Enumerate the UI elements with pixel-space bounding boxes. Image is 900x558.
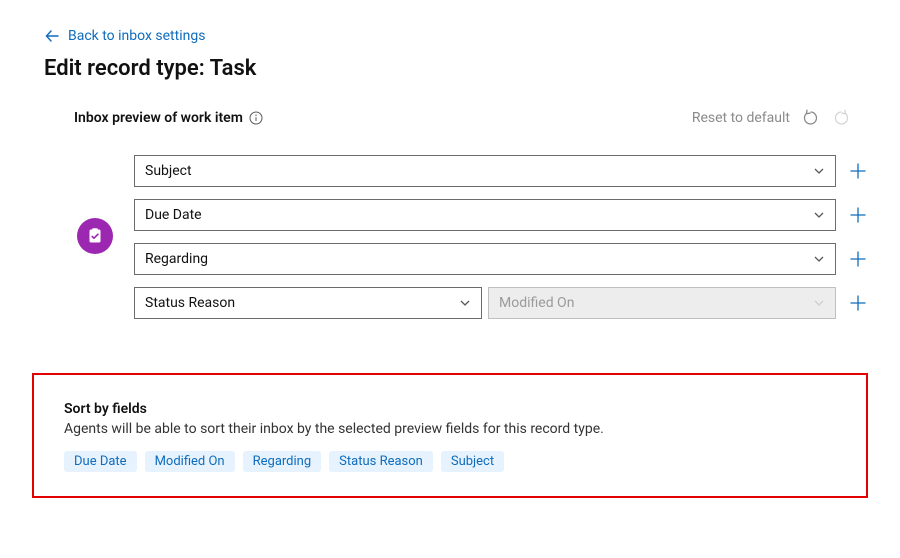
add-field-button-row-1[interactable] xyxy=(848,161,868,181)
field-select-value: Due Date xyxy=(145,207,202,223)
field-select-value: Status Reason xyxy=(145,295,235,311)
info-icon[interactable] xyxy=(249,111,263,125)
field-select-row-1[interactable]: Subject xyxy=(134,155,836,187)
add-field-button-row-3[interactable] xyxy=(848,249,868,269)
sort-chip[interactable]: Modified On xyxy=(145,451,235,472)
field-select-row-4-right: Modified On xyxy=(488,287,836,319)
field-select-value: Regarding xyxy=(145,251,208,267)
sort-by-fields-panel: Sort by fields Agents will be able to so… xyxy=(32,373,868,498)
field-select-row-4-left[interactable]: Status Reason xyxy=(134,287,482,319)
chevron-down-icon xyxy=(811,163,827,179)
chevron-down-icon xyxy=(811,251,827,267)
redo-icon xyxy=(832,109,850,127)
sort-by-fields-description: Agents will be able to sort their inbox … xyxy=(64,421,844,437)
back-to-inbox-settings-link[interactable]: Back to inbox settings xyxy=(44,28,205,44)
field-select-value: Modified On xyxy=(499,295,574,311)
page-title: Edit record type: Task xyxy=(44,56,868,81)
sort-chip[interactable]: Subject xyxy=(441,451,504,472)
reset-to-default-link[interactable]: Reset to default xyxy=(692,110,790,126)
back-link-label: Back to inbox settings xyxy=(68,28,205,44)
arrow-left-icon xyxy=(44,28,60,44)
undo-icon[interactable] xyxy=(802,109,820,127)
field-select-row-3[interactable]: Regarding xyxy=(134,243,836,275)
sort-by-fields-title: Sort by fields xyxy=(64,401,844,417)
preview-section-label: Inbox preview of work item xyxy=(74,110,263,126)
chevron-down-icon xyxy=(457,295,473,311)
sort-chip[interactable]: Due Date xyxy=(64,451,137,472)
add-field-button-row-2[interactable] xyxy=(848,205,868,225)
sort-chip[interactable]: Regarding xyxy=(243,451,322,472)
task-type-icon xyxy=(77,218,113,254)
sort-chip[interactable]: Status Reason xyxy=(329,451,433,472)
chevron-down-icon xyxy=(811,207,827,223)
field-select-row-2[interactable]: Due Date xyxy=(134,199,836,231)
chevron-down-icon xyxy=(811,295,827,311)
field-select-value: Subject xyxy=(145,163,192,179)
add-field-button-row-4[interactable] xyxy=(848,293,868,313)
